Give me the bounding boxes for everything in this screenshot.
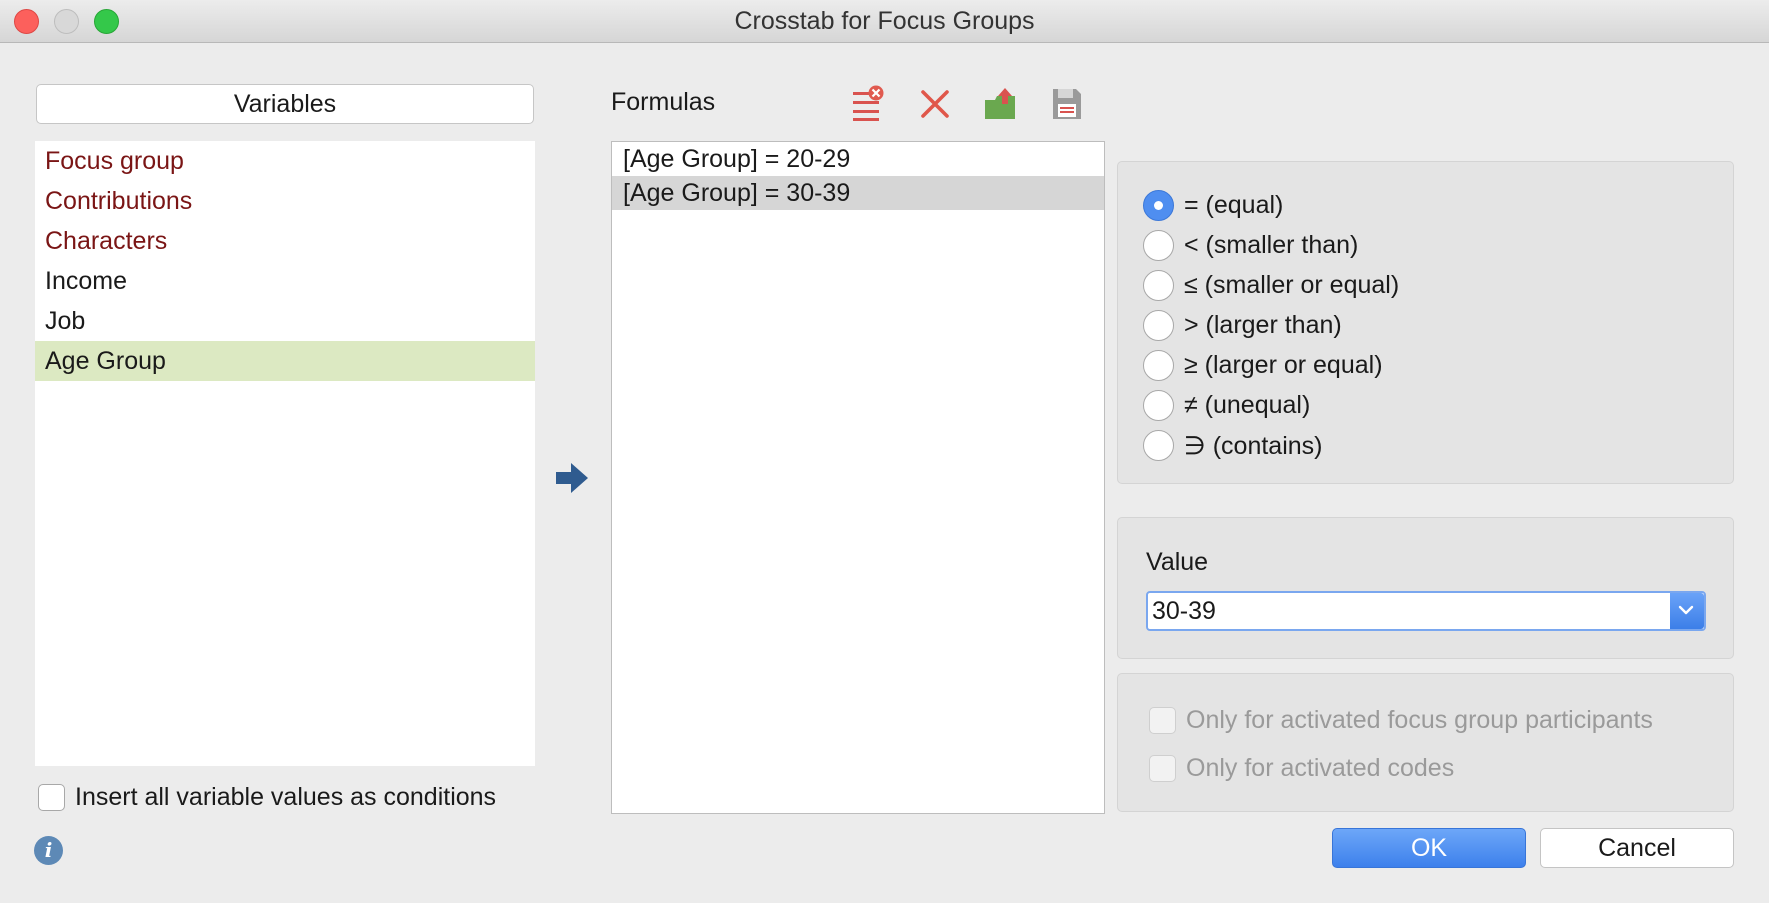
operator-label: > (larger than) (1184, 311, 1342, 339)
operator-option-larger[interactable]: > (larger than) (1143, 310, 1342, 341)
participants-label: Only for activated focus group participa… (1186, 706, 1653, 734)
participants-option: Only for activated focus group participa… (1149, 706, 1653, 735)
variable-item-selected[interactable]: Age Group (35, 341, 535, 381)
insert-all-values-option[interactable]: Insert all variable values as conditions (38, 783, 496, 812)
value-input[interactable] (1148, 593, 1668, 629)
operator-label: ≤ (smaller or equal) (1184, 271, 1400, 299)
export-icon[interactable] (983, 84, 1017, 122)
formula-item[interactable]: [Age Group] = 20-29 (612, 142, 1104, 176)
operator-label: < (smaller than) (1184, 231, 1359, 259)
codes-option: Only for activated codes (1149, 754, 1454, 783)
chevron-down-icon (1678, 605, 1694, 615)
variable-item[interactable]: Contributions (35, 181, 535, 221)
radio-button[interactable] (1143, 270, 1174, 301)
info-icon[interactable]: i (34, 836, 63, 865)
add-condition-arrow-icon[interactable] (556, 463, 588, 498)
title-bar: Crosstab for Focus Groups (0, 0, 1769, 43)
variables-header-button[interactable]: Variables (36, 84, 534, 124)
operator-option-smaller[interactable]: < (smaller than) (1143, 230, 1358, 261)
options-group: Only for activated focus group participa… (1117, 673, 1734, 812)
formula-list[interactable]: [Age Group] = 20-29 [Age Group] = 30-39 (611, 141, 1105, 814)
participants-checkbox (1149, 707, 1176, 734)
operator-option-smaller-equal[interactable]: ≤ (smaller or equal) (1143, 270, 1399, 301)
codes-label: Only for activated codes (1186, 754, 1455, 782)
ok-button[interactable]: OK (1332, 828, 1526, 868)
radio-button[interactable] (1143, 390, 1174, 421)
clear-list-icon[interactable] (851, 84, 885, 122)
operator-option-contains[interactable]: ∋ (contains) (1143, 430, 1323, 461)
window-title: Crosstab for Focus Groups (734, 7, 1035, 35)
delete-icon[interactable] (918, 84, 952, 122)
radio-button[interactable] (1143, 310, 1174, 341)
codes-checkbox (1149, 755, 1176, 782)
operator-option-equal[interactable]: = (equal) (1143, 190, 1283, 221)
cancel-button[interactable]: Cancel (1540, 828, 1734, 868)
variable-item[interactable]: Income (35, 261, 535, 301)
radio-button[interactable] (1143, 350, 1174, 381)
operator-group: = (equal) < (smaller than) ≤ (smaller or… (1117, 161, 1734, 484)
radio-button[interactable] (1143, 230, 1174, 261)
formulas-label: Formulas (611, 88, 716, 116)
operator-label: ≥ (larger or equal) (1184, 351, 1383, 379)
variable-item[interactable]: Job (35, 301, 535, 341)
value-dropdown-button[interactable] (1670, 593, 1704, 629)
operator-option-unequal[interactable]: ≠ (unequal) (1143, 390, 1310, 421)
operator-label: = (equal) (1184, 191, 1284, 219)
variable-item[interactable]: Focus group (35, 141, 535, 181)
insert-all-values-checkbox[interactable] (38, 784, 65, 811)
radio-button-selected[interactable] (1143, 190, 1174, 221)
variable-item[interactable]: Characters (35, 221, 535, 261)
value-combobox[interactable] (1146, 591, 1706, 631)
operator-option-larger-equal[interactable]: ≥ (larger or equal) (1143, 350, 1383, 381)
value-label: Value (1146, 548, 1209, 576)
radio-button[interactable] (1143, 430, 1174, 461)
variables-list[interactable]: Focus group Contributions Characters Inc… (35, 141, 535, 766)
operator-label: ∋ (contains) (1184, 431, 1323, 460)
insert-all-values-label: Insert all variable values as conditions (75, 783, 497, 811)
value-group: Value (1117, 517, 1734, 659)
formula-item-selected[interactable]: [Age Group] = 30-39 (612, 176, 1104, 210)
operator-label: ≠ (unequal) (1184, 391, 1311, 419)
save-icon[interactable] (1050, 84, 1084, 122)
